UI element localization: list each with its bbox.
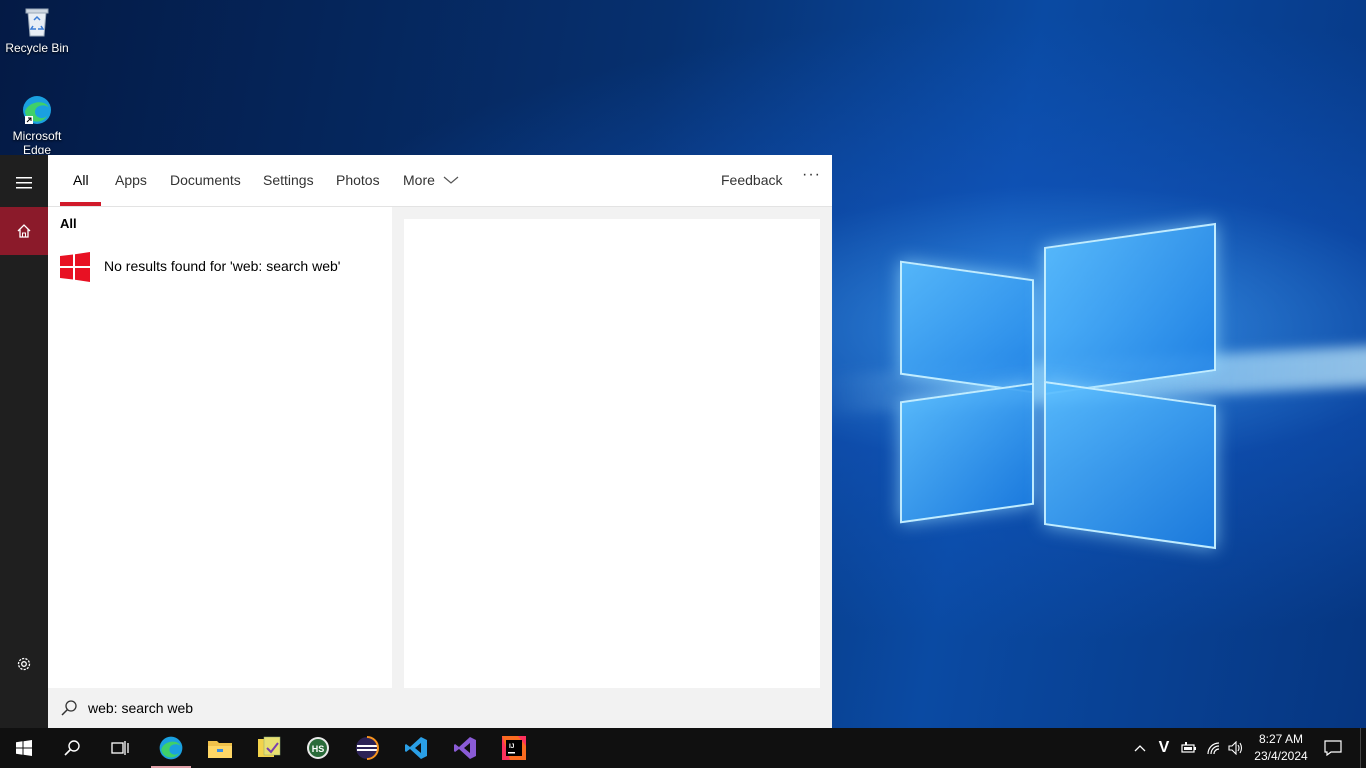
taskbar-search-button[interactable]: [48, 728, 96, 768]
taskbar-app-eclipse[interactable]: [343, 728, 391, 768]
desktop-icon-label: Microsoft Edge: [12, 129, 62, 154]
file-explorer-icon: [208, 741, 232, 758]
show-desktop-button[interactable]: [1360, 728, 1366, 768]
active-tab-indicator: [60, 202, 101, 206]
tab-all[interactable]: All: [73, 155, 89, 206]
results-list: All No results found for 'web: search we…: [48, 207, 392, 688]
vscode-icon: [405, 737, 427, 759]
intellij-icon: IJ: [502, 736, 526, 760]
desktop-icon-recycle-bin[interactable]: Recycle Bin: [0, 6, 74, 55]
hs-app-icon: HS: [307, 737, 329, 759]
visual-studio-icon: [454, 737, 476, 759]
hamburger-icon: [16, 177, 32, 189]
wifi-icon: [1207, 742, 1220, 755]
svg-text:HS: HS: [312, 744, 325, 754]
no-results-text: No results found for 'web: search web': [104, 258, 341, 274]
preview-pane: [404, 219, 820, 688]
taskbar-app-sticky[interactable]: [245, 728, 293, 768]
wallpaper-logo-pane: [1044, 380, 1216, 550]
taskbar-app-vscode[interactable]: [392, 728, 440, 768]
clock-date: 23/4/2024: [1254, 749, 1308, 763]
desktop-icon-label: Recycle Bin: [5, 41, 69, 55]
battery-button[interactable]: [1178, 728, 1200, 768]
start-left-rail: [0, 155, 48, 728]
clock-time: 8:27 AM: [1258, 732, 1304, 746]
no-results-item: No results found for 'web: search web': [60, 252, 390, 284]
search-tabs: All Apps Documents Settings Photos More …: [48, 155, 832, 207]
gear-icon: [17, 657, 31, 671]
wallpaper-logo-pane: [1044, 222, 1216, 396]
taskbar-app-intellij[interactable]: IJ: [490, 728, 538, 768]
tab-photos[interactable]: Photos: [336, 155, 380, 206]
notification-icon: [1324, 740, 1342, 756]
eclipse-icon: [356, 736, 379, 760]
tab-more[interactable]: More: [403, 155, 459, 206]
edge-icon: [159, 736, 183, 760]
results-section-header: All: [60, 216, 77, 231]
edge-icon: [23, 96, 51, 124]
taskbar-app-visual-studio[interactable]: [441, 728, 489, 768]
hamburger-menu-button[interactable]: [0, 159, 48, 207]
volume-button[interactable]: [1226, 728, 1246, 768]
show-hidden-icons-button[interactable]: [1130, 728, 1150, 768]
wallpaper-logo-pane: [900, 260, 1034, 394]
tab-more-label: More: [403, 172, 435, 188]
windows-logo-icon: [60, 252, 90, 282]
network-button[interactable]: [1203, 728, 1225, 768]
battery-icon: [1181, 742, 1196, 753]
taskbar-app-file-explorer[interactable]: [196, 728, 244, 768]
tray-app-v[interactable]: V: [1154, 728, 1174, 768]
tab-apps[interactable]: Apps: [115, 155, 147, 206]
task-view-icon: [111, 741, 129, 755]
speaker-icon: [1228, 741, 1243, 755]
recycle-bin-icon: [25, 8, 49, 37]
search-icon: [61, 700, 77, 716]
settings-button[interactable]: [0, 640, 48, 688]
chevron-up-icon: [1134, 745, 1146, 752]
start-icon: [16, 740, 32, 756]
svg-text:IJ: IJ: [509, 743, 515, 750]
start-button[interactable]: [0, 728, 48, 768]
taskbar-app-hs[interactable]: HS: [294, 728, 342, 768]
feedback-button[interactable]: Feedback: [721, 155, 782, 206]
search-box[interactable]: web: search web: [48, 688, 832, 728]
home-button[interactable]: [0, 207, 48, 255]
clock[interactable]: 8:27 AM 23/4/2024: [1250, 728, 1312, 768]
search-icon: [64, 740, 80, 756]
task-view-button[interactable]: [96, 728, 144, 768]
more-options-button[interactable]: ···: [802, 149, 821, 200]
wallpaper-logo-pane: [900, 382, 1034, 524]
sticky-app-icon: [258, 736, 281, 757]
desktop-icon-edge[interactable]: Microsoft Edge: [0, 94, 74, 154]
tab-documents[interactable]: Documents: [170, 155, 241, 206]
search-input[interactable]: web: search web: [88, 700, 193, 716]
chevron-down-icon: [443, 176, 459, 184]
search-panel: All Apps Documents Settings Photos More …: [48, 155, 832, 728]
action-center-button[interactable]: [1318, 728, 1348, 768]
taskbar-app-edge[interactable]: [147, 728, 195, 768]
tab-settings[interactable]: Settings: [263, 155, 314, 206]
home-icon: [17, 224, 31, 238]
taskbar: HS IJ V 8:27 AM 23/4/2024: [0, 728, 1366, 768]
